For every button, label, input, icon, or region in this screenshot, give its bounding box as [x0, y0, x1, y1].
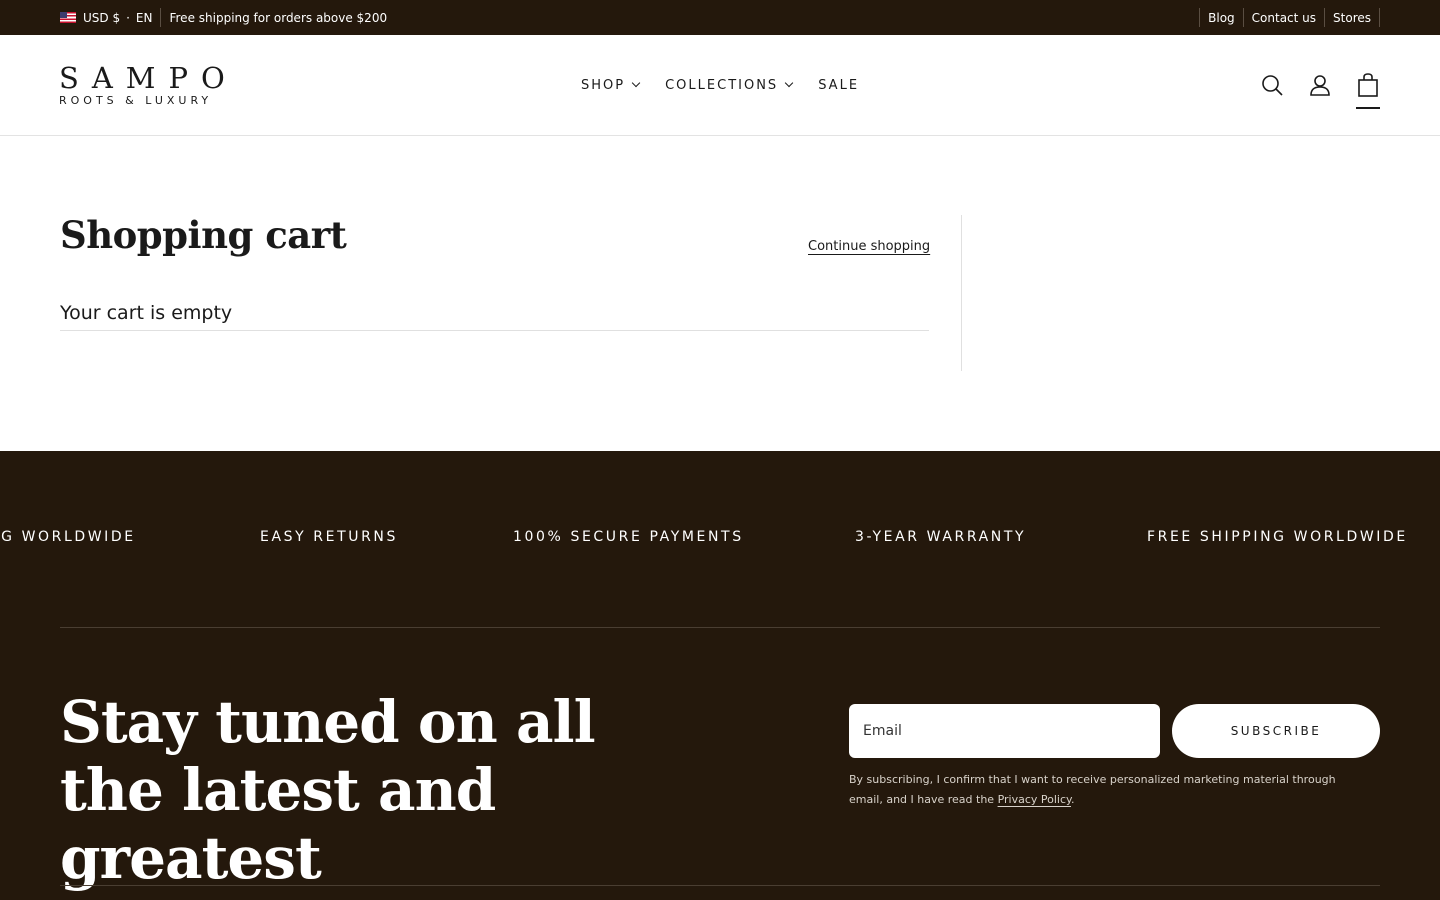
- newsletter-heading: Stay tuned on all the latest and greates…: [60, 688, 596, 892]
- consent-end: .: [1070, 793, 1075, 806]
- account-icon[interactable]: [1308, 73, 1332, 97]
- nav-sale-label: SALE: [818, 77, 860, 93]
- blog-link[interactable]: Blog: [1200, 11, 1243, 25]
- divider: [160, 8, 162, 27]
- main-nav: SHOP COLLECTIONS SALE: [581, 35, 885, 135]
- continue-shopping-link[interactable]: Continue shopping: [808, 239, 930, 254]
- currency-label: USD $: [83, 10, 121, 25]
- nav-collections[interactable]: COLLECTIONS: [665, 77, 794, 93]
- marquee-item: EASY RETURNS: [260, 529, 398, 545]
- chevron-down-icon: [631, 78, 641, 88]
- subscribe-button[interactable]: SUBSCRIBE: [1172, 704, 1380, 758]
- announcement-bar: USD $ · EN Free shipping for orders abov…: [0, 0, 1440, 35]
- stores-link[interactable]: Stores: [1325, 11, 1379, 25]
- privacy-policy-link[interactable]: Privacy Policy: [998, 793, 1071, 806]
- consent-text: By subscribing, I confirm that I want to…: [849, 770, 1369, 810]
- marquee-item: NG WORLDWIDE: [0, 529, 136, 545]
- cart-icon[interactable]: [1356, 73, 1380, 109]
- marquee-item: FREE SHIPPING WORLDWIDE: [1147, 529, 1408, 545]
- email-field[interactable]: [849, 704, 1160, 758]
- consent-body: By subscribing, I confirm that I want to…: [849, 773, 1336, 806]
- nav-collections-label: COLLECTIONS: [665, 77, 779, 93]
- marquee-item: 3-YEAR WARRANTY: [855, 529, 1027, 545]
- currency-separator: ·: [126, 10, 130, 25]
- chevron-down-icon: [784, 78, 794, 88]
- empty-cart-message: Your cart is empty: [60, 302, 233, 324]
- logo[interactable]: SAMPO ROOTS & LUXURY: [59, 63, 238, 108]
- site-header: SAMPO ROOTS & LUXURY SHOP COLLECTIONS SA…: [0, 35, 1440, 136]
- nav-sale[interactable]: SALE: [818, 78, 859, 93]
- search-icon[interactable]: [1260, 73, 1284, 97]
- logo-sub-text: ROOTS & LUXURY: [59, 94, 213, 107]
- nav-shop-label: SHOP: [581, 77, 626, 93]
- us-flag-icon: [60, 12, 76, 23]
- site-footer: NG WORLDWIDE EASY RETURNS 100% SECURE PA…: [0, 451, 1440, 900]
- divider: [1379, 8, 1380, 27]
- column-divider: [961, 215, 962, 371]
- marquee-item: 100% SECURE PAYMENTS: [513, 529, 744, 545]
- divider: [60, 627, 1380, 628]
- divider: [60, 885, 1380, 886]
- announcement-text: Free shipping for orders above $200: [169, 10, 388, 25]
- language-label: EN: [135, 10, 153, 25]
- currency-selector[interactable]: USD $ · EN: [60, 11, 152, 25]
- cart-active-indicator: [1356, 107, 1380, 109]
- benefits-marquee: NG WORLDWIDE EASY RETURNS 100% SECURE PA…: [0, 529, 1440, 549]
- divider: [60, 330, 929, 331]
- contact-us-link[interactable]: Contact us: [1244, 11, 1324, 25]
- page-title: Shopping cart: [60, 213, 347, 257]
- nav-shop[interactable]: SHOP: [581, 77, 641, 93]
- logo-main-text: SAMPO: [59, 61, 238, 95]
